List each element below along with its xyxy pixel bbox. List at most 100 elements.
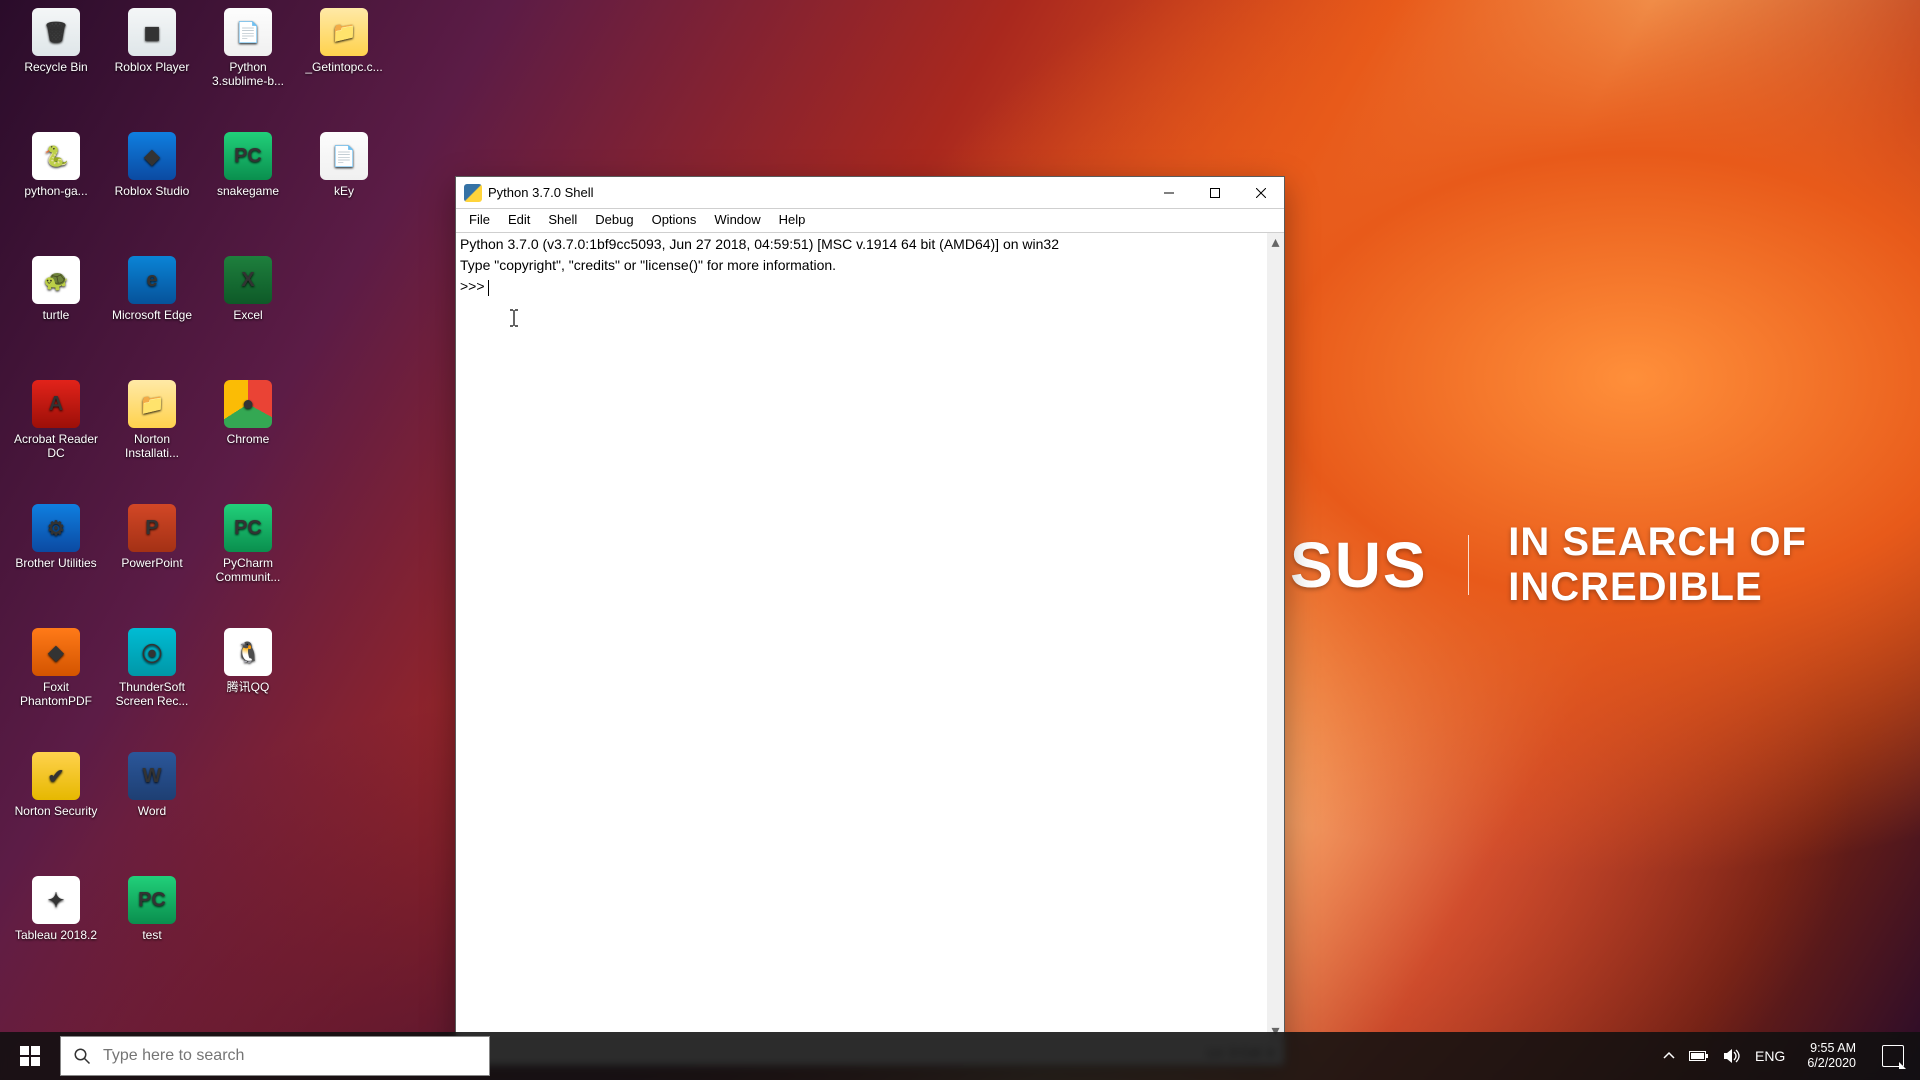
menu-options[interactable]: Options: [643, 209, 706, 232]
desktop-icon-label: Acrobat Reader DC: [10, 432, 102, 460]
menu-help[interactable]: Help: [770, 209, 815, 232]
start-button[interactable]: [0, 1032, 60, 1080]
foxit-icon: ◆: [32, 628, 80, 676]
language-indicator[interactable]: ENG: [1755, 1048, 1785, 1064]
tray-overflow-button[interactable]: [1663, 1050, 1675, 1062]
minimize-button[interactable]: [1146, 177, 1192, 208]
tableau-icon: ✦: [32, 876, 80, 924]
clock-time: 9:55 AM: [1807, 1041, 1856, 1056]
acrobat-reader-icon: A: [32, 380, 80, 428]
desktop-icon-microsoft-edge[interactable]: e Microsoft Edge: [106, 256, 198, 322]
chevron-up-icon: [1663, 1050, 1675, 1062]
roblox-player-icon: ◼: [128, 8, 176, 56]
desktop-icon-label: Microsoft Edge: [106, 308, 198, 322]
menu-window[interactable]: Window: [705, 209, 769, 232]
desktop-icon-thundersoft[interactable]: ⦿ ThunderSoft Screen Rec...: [106, 628, 198, 708]
key-icon: 📄: [320, 132, 368, 180]
thundersoft-icon: ⦿: [128, 628, 176, 676]
clock-date: 6/2/2020: [1807, 1056, 1856, 1071]
desktop-icon-label: turtle: [10, 308, 102, 322]
microsoft-edge-icon: e: [128, 256, 176, 304]
close-button[interactable]: [1238, 177, 1284, 208]
desktop-icon-label: ThunderSoft Screen Rec...: [106, 680, 198, 708]
window-menubar: FileEditShellDebugOptionsWindowHelp: [456, 209, 1284, 233]
desktop-icon-label: Brother Utilities: [10, 556, 102, 570]
taskbar-search[interactable]: [60, 1036, 490, 1076]
menu-debug[interactable]: Debug: [586, 209, 642, 232]
desktop-icon-python-sublime[interactable]: 📄Python 3.sublime-b...: [202, 8, 294, 88]
desktop-icon-label: Roblox Studio: [106, 184, 198, 198]
desktop-icon-pycharm-community[interactable]: PCPyCharm Communit...: [202, 504, 294, 584]
desktop-icon-roblox-player[interactable]: ◼Roblox Player: [106, 8, 198, 74]
getintopc-icon: 📁: [320, 8, 368, 56]
desktop-icon-label: Chrome: [202, 432, 294, 446]
norton-install-icon: 📁: [128, 380, 176, 428]
desktop-icon-label: Tableau 2018.2: [10, 928, 102, 942]
python-sublime-icon: 📄: [224, 8, 272, 56]
menu-shell[interactable]: Shell: [539, 209, 586, 232]
window-titlebar[interactable]: Python 3.7.0 Shell: [456, 177, 1284, 209]
pycharm-community-icon: PC: [224, 504, 272, 552]
powerpoint-icon: P: [128, 504, 176, 552]
text-cursor: [488, 280, 489, 296]
desktop-icon-python-ga[interactable]: 🐍 python-ga...: [10, 132, 102, 198]
roblox-studio-icon: ◆: [128, 132, 176, 180]
desktop-icon-label: Norton Installati...: [106, 432, 198, 460]
desktop-icon-turtle[interactable]: 🐢 turtle: [10, 256, 102, 322]
desktop-icon-excel[interactable]: X Excel: [202, 256, 294, 322]
python-ga-icon: 🐍: [32, 132, 80, 180]
desktop-icon-acrobat-reader[interactable]: A Acrobat Reader DC: [10, 380, 102, 460]
desktop-icon-snakegame[interactable]: PCsnakegame: [202, 132, 294, 198]
system-tray: ENG 9:55 AM 6/2/2020: [1657, 1032, 1920, 1080]
desktop-icon-test[interactable]: PC test: [106, 876, 198, 942]
desktop-icon-label: 腾讯QQ: [202, 680, 294, 694]
maximize-button[interactable]: [1192, 177, 1238, 208]
desktop-icon-roblox-studio[interactable]: ◆ Roblox Studio: [106, 132, 198, 198]
desktop-icon-label: python-ga...: [10, 184, 102, 198]
menu-file[interactable]: File: [460, 209, 499, 232]
desktop-icon-powerpoint[interactable]: P PowerPoint: [106, 504, 198, 570]
recycle-bin-icon: 🗑: [32, 8, 80, 56]
taskbar: ENG 9:55 AM 6/2/2020: [0, 1032, 1920, 1080]
desktop-icon-label: _Getintopc.c...: [298, 60, 390, 74]
volume-icon[interactable]: [1723, 1048, 1741, 1064]
desktop-icon-label: Recycle Bin: [10, 60, 102, 74]
desktop-icon-norton-security[interactable]: ✔Norton Security: [10, 752, 102, 818]
python-shell-window: Python 3.7.0 Shell FileEditShellDebugOpt…: [455, 176, 1285, 1066]
chrome-icon: ●: [224, 380, 272, 428]
desktop-icon-brother-utilities[interactable]: ⚙ Brother Utilities: [10, 504, 102, 570]
turtle-icon: 🐢: [32, 256, 80, 304]
action-center-icon[interactable]: [1882, 1045, 1904, 1067]
search-icon: [73, 1047, 91, 1065]
vertical-scrollbar[interactable]: ▴ ▾: [1267, 233, 1284, 1039]
snakegame-icon: PC: [224, 132, 272, 180]
desktop-icon-label: Foxit PhantomPDF: [10, 680, 102, 708]
battery-icon[interactable]: [1689, 1050, 1709, 1062]
desktop-icon-label: Excel: [202, 308, 294, 322]
desktop-icon-recycle-bin[interactable]: 🗑 Recycle Bin: [10, 8, 102, 74]
desktop-icon-label: test: [106, 928, 198, 942]
test-icon: PC: [128, 876, 176, 924]
norton-security-icon: ✔: [32, 752, 80, 800]
brother-utilities-icon: ⚙: [32, 504, 80, 552]
shell-body[interactable]: Python 3.7.0 (v3.7.0:1bf9cc5093, Jun 27 …: [456, 233, 1284, 1039]
excel-icon: X: [224, 256, 272, 304]
taskbar-clock[interactable]: 9:55 AM 6/2/2020: [1799, 1041, 1864, 1071]
window-title: Python 3.7.0 Shell: [488, 185, 1146, 200]
desktop-icon-label: Word: [106, 804, 198, 818]
desktop-icon-getintopc[interactable]: 📁 _Getintopc.c...: [298, 8, 390, 74]
desktop-icon-key[interactable]: 📄kEy: [298, 132, 390, 198]
desktop-icon-tableau[interactable]: ✦ Tableau 2018.2: [10, 876, 102, 942]
desktop-icon-foxit[interactable]: ◆ Foxit PhantomPDF: [10, 628, 102, 708]
menu-edit[interactable]: Edit: [499, 209, 539, 232]
desktop-icon-chrome[interactable]: ● Chrome: [202, 380, 294, 446]
windows-logo-icon: [20, 1046, 40, 1066]
desktop-icon-norton-install[interactable]: 📁 Norton Installati...: [106, 380, 198, 460]
scroll-up-icon[interactable]: ▴: [1267, 233, 1284, 250]
desktop-icon-tencent-qq[interactable]: 🐧腾讯QQ: [202, 628, 294, 694]
desktop-icon-word[interactable]: W Word: [106, 752, 198, 818]
search-input[interactable]: [103, 1047, 489, 1065]
word-icon: W: [128, 752, 176, 800]
shell-output: Python 3.7.0 (v3.7.0:1bf9cc5093, Jun 27 …: [460, 236, 1059, 294]
desktop-icon-label: PowerPoint: [106, 556, 198, 570]
